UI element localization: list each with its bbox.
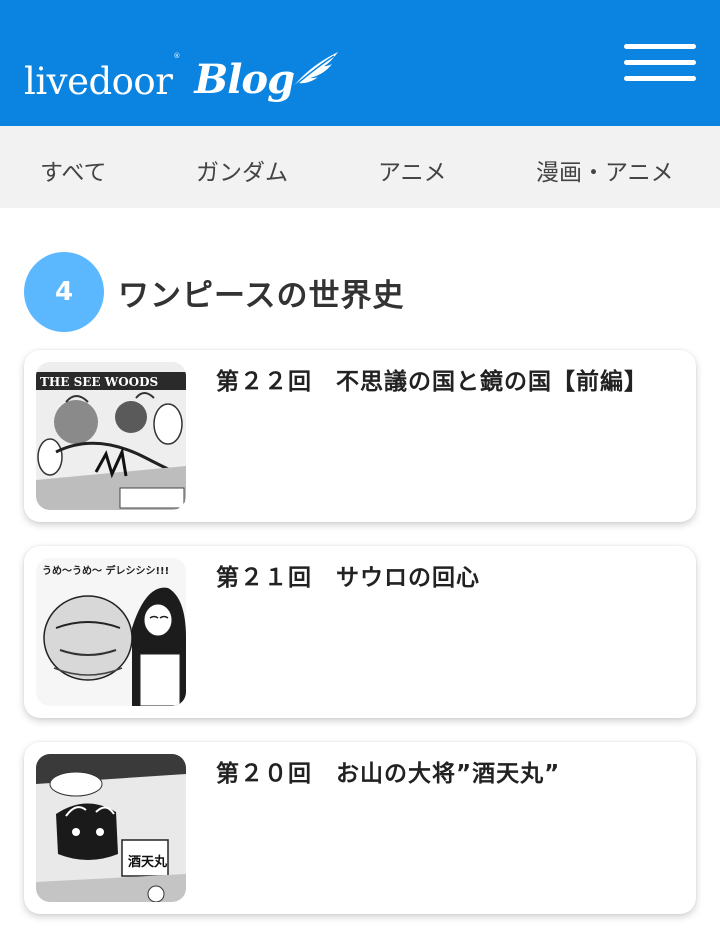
article-card[interactable]: うめ〜うめ〜 デレシシシ!!! 第２１回 サウロの回心: [24, 546, 696, 718]
article-title[interactable]: 第２１回 サウロの回心: [216, 558, 686, 592]
logo-livedoor-text: livedoor: [24, 60, 173, 103]
article-title[interactable]: 第２２回 不思議の国と鏡の国【前編】: [216, 362, 686, 396]
logo-registered-mark: ®: [173, 52, 181, 60]
article-title[interactable]: 第２０回 お山の大将”酒天丸”: [216, 754, 686, 788]
ranking-section-header: 4 ワンピースの世界史: [24, 252, 404, 332]
rank-badge: 4: [24, 252, 104, 332]
article-thumbnail: うめ〜うめ〜 デレシシシ!!!: [36, 558, 186, 706]
article-card[interactable]: 酒天丸 第２０回 お山の大将”酒天丸”: [24, 742, 696, 914]
category-gundam[interactable]: ガンダム: [196, 153, 288, 187]
category-manga-anime[interactable]: 漫画・アニメ: [536, 153, 674, 187]
logo-blog-text: Blog: [194, 56, 295, 103]
manga-panel-image: 酒天丸: [36, 754, 186, 902]
thumb-caption: うめ〜うめ〜 デレシシシ!!!: [42, 564, 169, 577]
section-title[interactable]: ワンピースの世界史: [118, 270, 404, 315]
site-header: livedoor ® Blog: [0, 0, 720, 126]
category-nav: すべて ガンダム アニメ 漫画・アニメ: [0, 126, 720, 208]
article-thumbnail: THE SEE WOODS: [36, 362, 186, 510]
category-all[interactable]: すべて: [40, 153, 106, 187]
manga-panel-image: THE SEE WOODS: [36, 362, 186, 510]
hamburger-bar-icon: [624, 60, 696, 65]
thumb-caption: THE SEE WOODS: [40, 375, 158, 389]
category-anime[interactable]: アニメ: [378, 153, 447, 187]
article-thumbnail: 酒天丸: [36, 754, 186, 902]
livedoor-blog-logo[interactable]: livedoor ® Blog: [24, 40, 340, 100]
thumb-caption: 酒天丸: [128, 854, 168, 870]
hamburger-menu-button[interactable]: [624, 44, 696, 82]
manga-panel-image: うめ〜うめ〜 デレシシシ!!!: [36, 558, 186, 706]
article-card[interactable]: THE SEE WOODS 第２２回 不思議の国と鏡の国【前編】: [24, 350, 696, 522]
hamburger-bar-icon: [624, 76, 696, 81]
hamburger-bar-icon: [624, 44, 696, 49]
feather-icon: [291, 52, 339, 89]
